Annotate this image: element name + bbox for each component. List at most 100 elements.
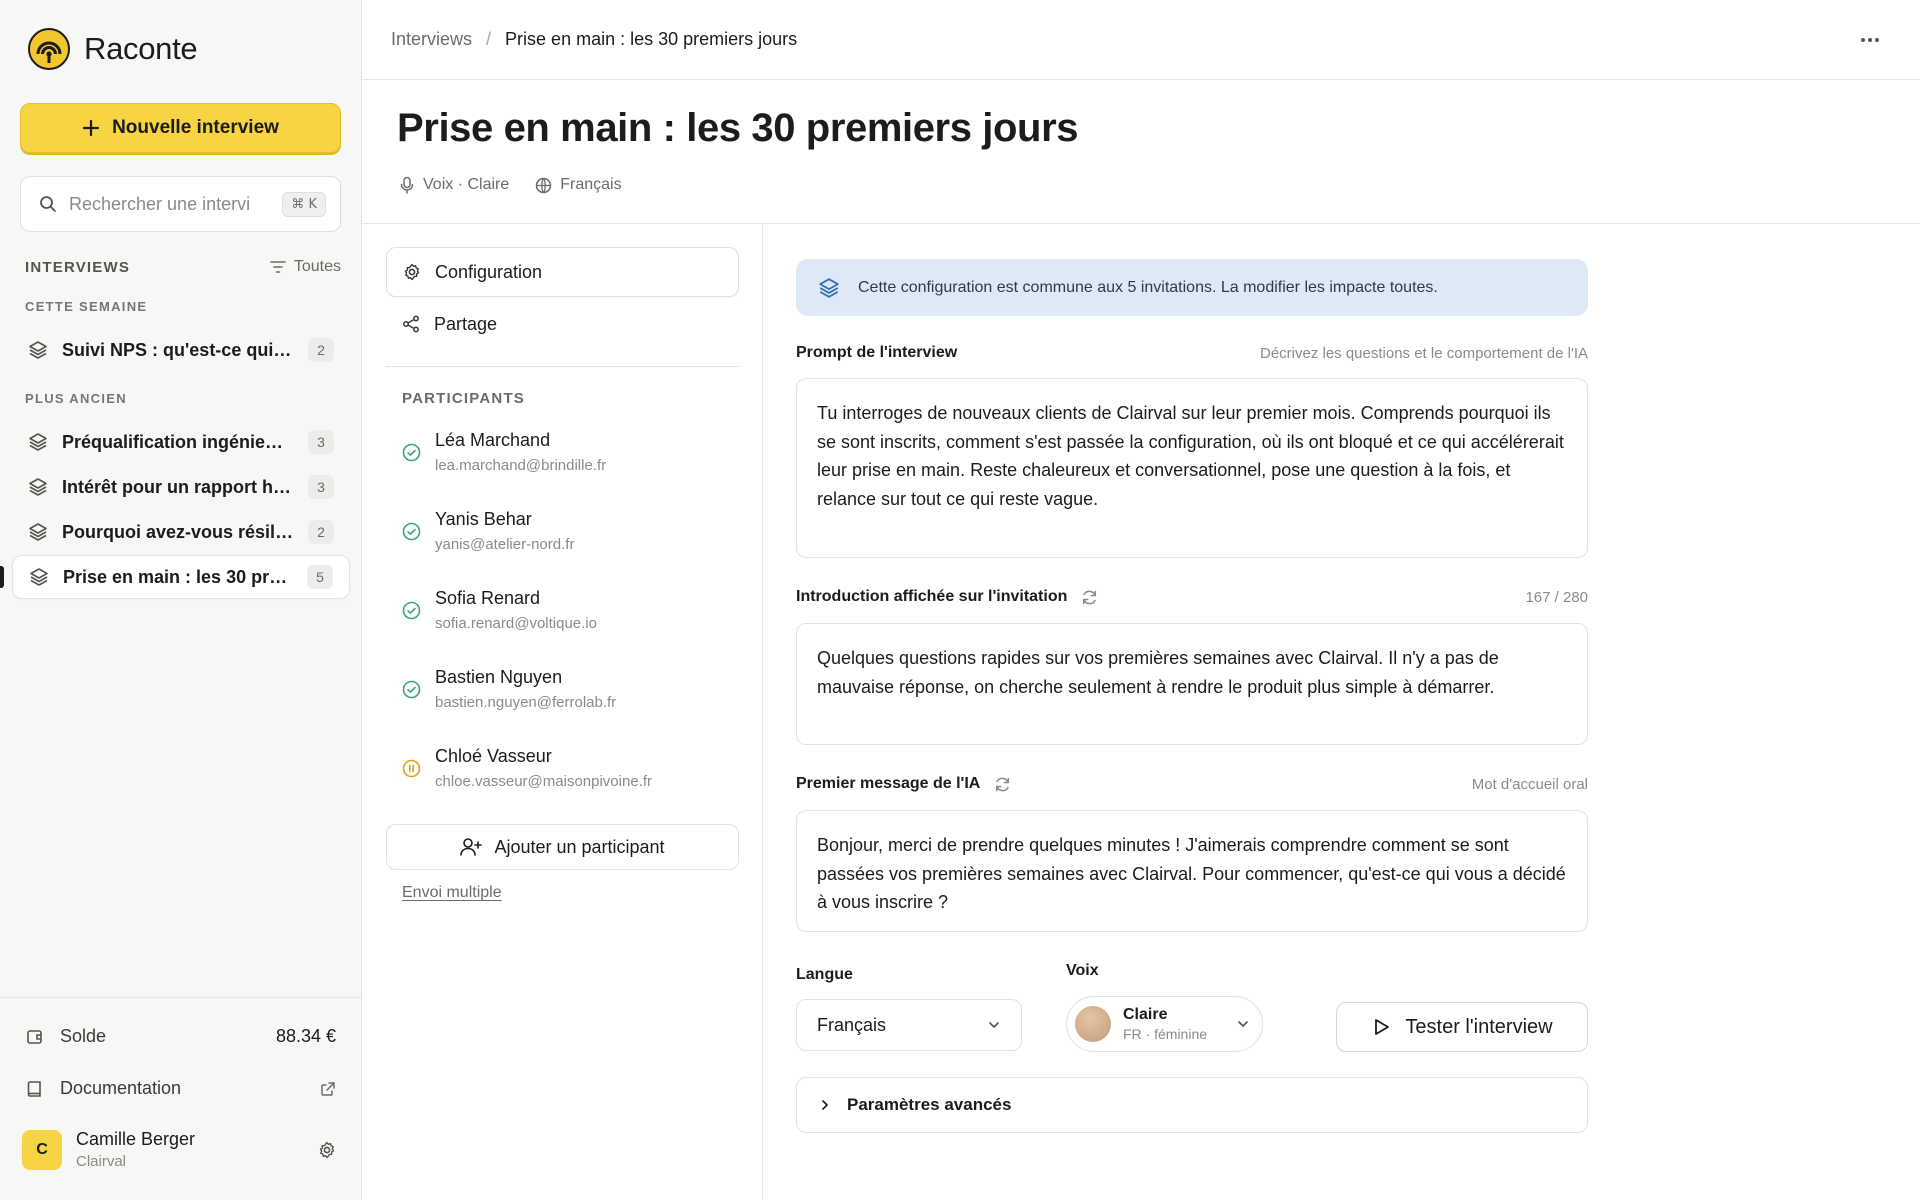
globe-icon: [535, 177, 552, 194]
sidebar-item-label: Suivi NPS : qu'est-ce qui f...: [62, 339, 294, 360]
intro-counter: 167 / 280: [1525, 588, 1588, 606]
prompt-label-row: Prompt de l'interview Décrivez les quest…: [796, 344, 1588, 362]
participant-name: Yanis Behar: [435, 509, 532, 529]
test-interview-label: Tester l'interview: [1405, 1015, 1553, 1038]
search-input[interactable]: [69, 193, 269, 215]
sidebar: Raconte Nouvelle interview ⌘ K INTERVIEW…: [0, 0, 362, 1200]
count-badge: 3: [308, 430, 334, 454]
user-org: Clairval: [76, 1153, 127, 1170]
sidebar-footer-divider: [0, 997, 362, 998]
tab-label: Configuration: [435, 261, 543, 282]
participants-title: PARTICIPANTS: [402, 390, 526, 407]
tab-configuration[interactable]: Configuration: [386, 247, 739, 297]
user-name: Camille Berger: [76, 1129, 196, 1149]
voice-label: Voix: [1066, 962, 1099, 979]
participant-name: Léa Marchand: [435, 430, 551, 450]
layers-icon: [28, 477, 48, 497]
user-profile[interactable]: C Camille Berger Clairval: [22, 1129, 336, 1170]
sidebar-item-interview[interactable]: Pourquoi avez-vous résilié ? 2: [12, 510, 350, 554]
avatar: C: [22, 1129, 62, 1170]
balance-value: 88.34 €: [275, 1026, 336, 1046]
sidebar-item-interview[interactable]: Suivi NPS : qu'est-ce qui f... 2: [12, 328, 350, 372]
prompt-textarea[interactable]: Tu interroges de nouveaux clients de Cla…: [796, 378, 1588, 558]
brand-name: Raconte: [84, 31, 198, 66]
user-plus-icon: [460, 837, 483, 857]
participant-info: Bastien Nguyen bastien.nguyen@ferrolab.f…: [435, 667, 616, 711]
first-message-textarea[interactable]: Bonjour, merci de prendre quelques minut…: [796, 810, 1588, 932]
search-box: ⌘ K: [20, 176, 341, 232]
layers-icon: [28, 340, 48, 360]
layers-icon: [28, 522, 48, 542]
plus-icon: [82, 119, 100, 137]
more-options-icon[interactable]: [1860, 26, 1880, 50]
play-icon: [1371, 1017, 1391, 1037]
brand[interactable]: Raconte: [28, 28, 198, 70]
add-participant-button[interactable]: Ajouter un participant: [386, 824, 739, 870]
participant-info: Chloé Vasseur chloe.vasseur@maisonpivoin…: [435, 746, 652, 790]
check-circle-icon: [402, 601, 421, 620]
participant-row[interactable]: Yanis Behar yanis@atelier-nord.fr: [402, 509, 732, 553]
prompt-label: Prompt de l'interview: [796, 344, 958, 361]
participant-email: yanis@atelier-nord.fr: [435, 536, 575, 553]
meta-voice-text: Voix · Claire: [423, 176, 510, 193]
user-info: Camille Berger Clairval: [76, 1129, 195, 1170]
tab-share[interactable]: Partage: [386, 299, 739, 349]
page-header: Prise en main : les 30 premiers jours Vo…: [363, 80, 1920, 224]
participant-row[interactable]: Bastien Nguyen bastien.nguyen@ferrolab.f…: [402, 667, 732, 711]
participant-row[interactable]: Chloé Vasseur chloe.vasseur@maisonpivoin…: [402, 746, 732, 790]
new-interview-button[interactable]: Nouvelle interview: [20, 103, 341, 153]
advanced-settings-label: Paramètres avancés: [847, 1095, 1012, 1114]
bulk-send-link[interactable]: Envoi multiple: [402, 884, 502, 902]
advanced-settings-toggle[interactable]: Paramètres avancés: [796, 1077, 1588, 1133]
sidebar-item-interview[interactable]: Intérêt pour un rapport he... 3: [12, 465, 350, 509]
page-title: Prise en main : les 30 premiers jours: [397, 106, 1079, 150]
active-indicator: [0, 566, 4, 588]
documentation-link[interactable]: Documentation: [26, 1078, 336, 1099]
breadcrumb-current: Prise en main : les 30 premiers jours: [505, 29, 798, 49]
chevron-down-icon: [987, 1018, 1001, 1032]
book-icon: [26, 1080, 44, 1098]
meta-language-text: Français: [560, 176, 622, 193]
participant-name: Chloé Vasseur: [435, 746, 552, 766]
breadcrumb-interviews-link[interactable]: Interviews: [391, 29, 472, 50]
layers-icon: [28, 432, 48, 452]
gear-icon[interactable]: [318, 1141, 336, 1159]
info-banner: Cette configuration est commune aux 5 in…: [796, 259, 1588, 316]
balance-label: Solde: [60, 1026, 107, 1046]
count-badge: 3: [308, 475, 334, 499]
participant-row[interactable]: Léa Marchand lea.marchand@brindille.fr: [402, 430, 732, 474]
participant-row[interactable]: Sofia Renard sofia.renard@voltique.io: [402, 588, 732, 632]
filter-icon: [270, 260, 286, 274]
voice-name: Claire: [1123, 1006, 1168, 1023]
sidebar-item-label: Pourquoi avez-vous résilié ?: [62, 521, 294, 542]
refresh-icon[interactable]: [1081, 589, 1098, 606]
participant-name: Bastien Nguyen: [435, 667, 563, 687]
sidebar-item-interview-active[interactable]: Prise en main : les 30 pre... 5: [12, 555, 350, 599]
wallet-icon: [26, 1028, 44, 1046]
chevron-right-icon: [819, 1098, 831, 1112]
info-banner-text: Cette configuration est commune aux 5 in…: [858, 278, 1438, 296]
test-interview-button[interactable]: Tester l'interview: [1336, 1002, 1588, 1052]
sidebar-item-interview[interactable]: Préqualification ingénieur ... 3: [12, 420, 350, 464]
language-select[interactable]: Français: [796, 999, 1022, 1051]
balance-row[interactable]: Solde 88.34 €: [26, 1026, 336, 1047]
intro-textarea[interactable]: Quelques questions rapides sur vos premi…: [796, 623, 1588, 745]
layers-icon: [818, 277, 840, 299]
count-badge: 2: [308, 520, 334, 544]
meta-voice: Voix · Claire: [399, 176, 509, 194]
participant-email: lea.marchand@brindille.fr: [435, 457, 607, 474]
refresh-icon[interactable]: [994, 776, 1011, 793]
intro-label-group: Introduction affichée sur l'invitation: [796, 588, 1098, 606]
external-link-icon: [320, 1081, 336, 1097]
logo-icon: [28, 28, 70, 70]
voice-info: Claire FR · féminine: [1123, 1006, 1207, 1042]
gear-icon: [403, 263, 421, 281]
voice-select[interactable]: Claire FR · féminine: [1066, 996, 1263, 1052]
interviews-section-header: INTERVIEWS Toutes: [25, 258, 341, 276]
shortcut-hint: ⌘ K: [282, 191, 326, 217]
meta-language: Français: [535, 176, 622, 194]
participant-info: Yanis Behar yanis@atelier-nord.fr: [435, 509, 574, 553]
check-circle-icon: [402, 680, 421, 699]
participant-info: Léa Marchand lea.marchand@brindille.fr: [435, 430, 606, 474]
filter-button[interactable]: Toutes: [270, 258, 341, 276]
